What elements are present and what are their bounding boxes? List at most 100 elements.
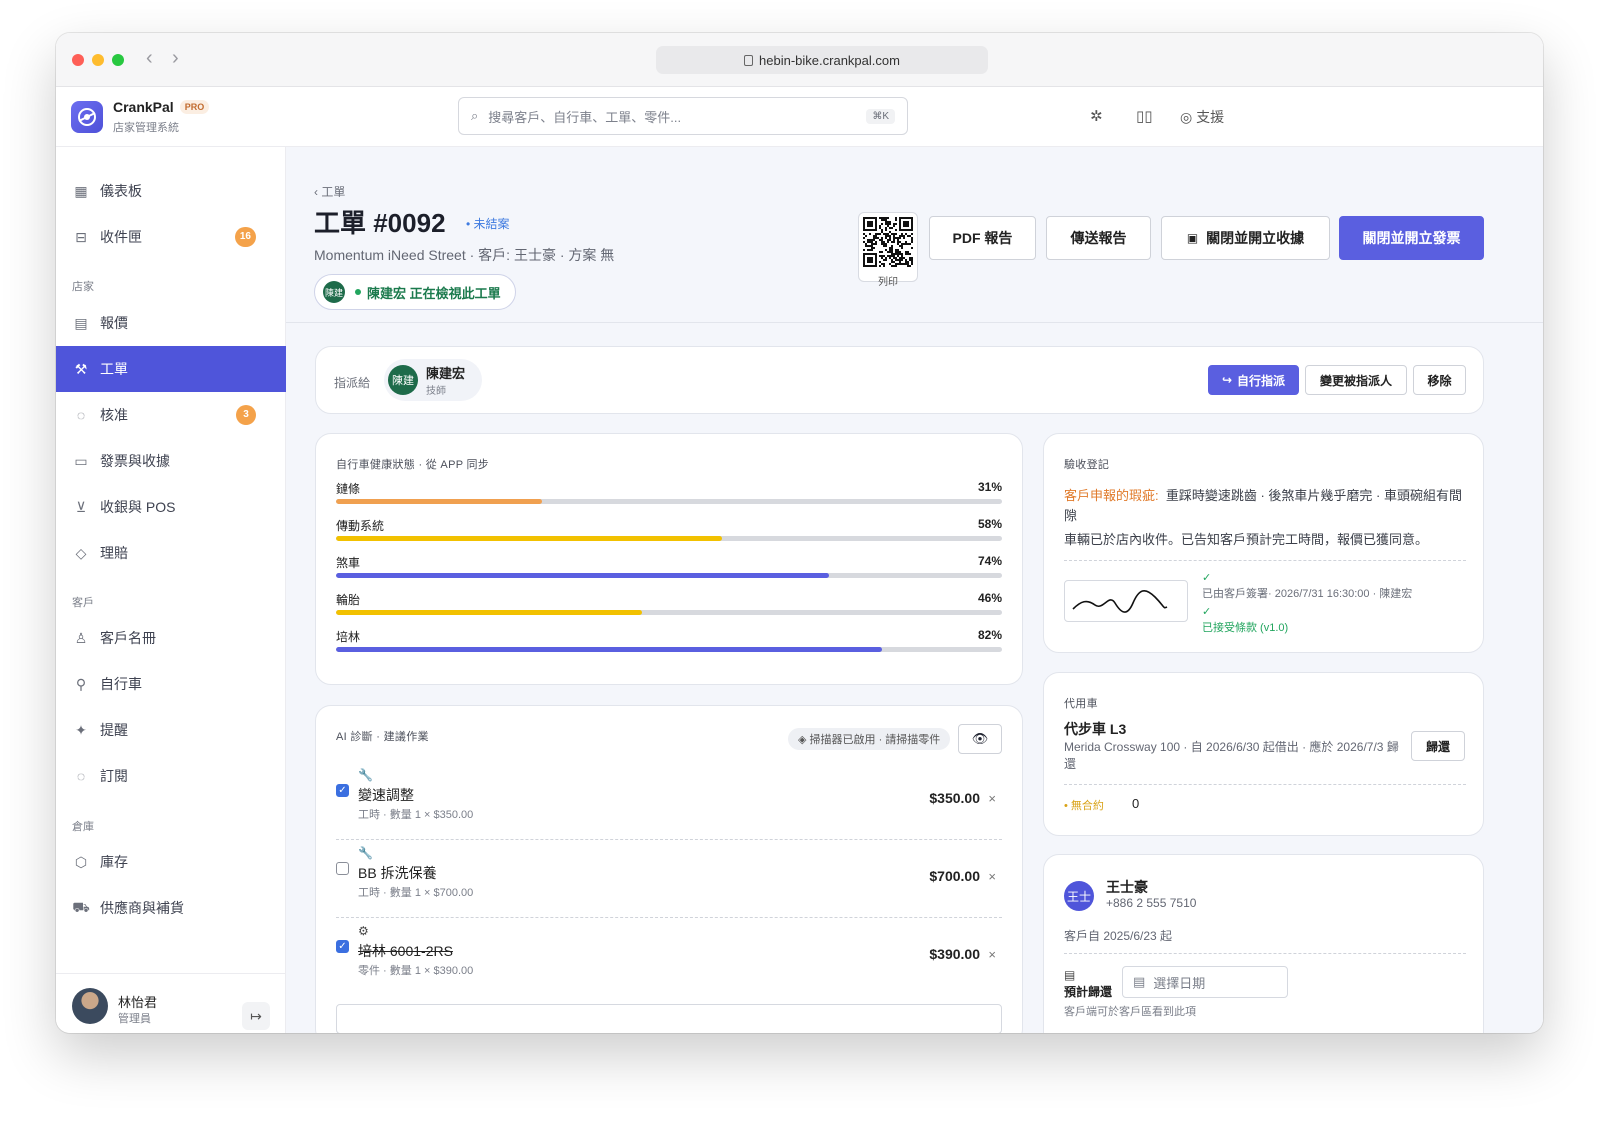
- page-title: 工單 #0092: [314, 208, 446, 238]
- back-arrow-icon[interactable]: ‹: [146, 47, 153, 70]
- loaner-divider: [1064, 784, 1466, 785]
- health-bar-track: [336, 610, 1002, 615]
- sidebar-item-pos[interactable]: ⊻ 收銀與 POS: [56, 484, 286, 530]
- sidebar-item-inventory[interactable]: ⬡ 庫存: [56, 839, 286, 885]
- maximize-window-icon[interactable]: [112, 54, 124, 66]
- job-name: 變速調整: [358, 787, 414, 803]
- page-icon: [744, 54, 754, 66]
- intake-divider: [1064, 560, 1466, 561]
- qr-label: 列印: [878, 277, 898, 288]
- minimize-window-icon[interactable]: [92, 54, 104, 66]
- sidebar-item-bikes[interactable]: ⚲ 自行車: [56, 661, 286, 707]
- lifebuoy-icon: ◎: [1180, 109, 1193, 125]
- close-window-icon[interactable]: [72, 54, 84, 66]
- health-percent: 74%: [977, 554, 1002, 568]
- remove-assignee-button[interactable]: 移除: [1413, 365, 1466, 395]
- breadcrumb[interactable]: ‹ 工單: [314, 183, 345, 200]
- global-search[interactable]: ⌕ 搜尋客戶、自行車、工單、零件... ⌘K: [458, 97, 908, 135]
- loaner-meta: Merida Crossway 100 · 自 2026/6/30 起借出 · …: [1064, 740, 1399, 771]
- assignee-chip[interactable]: 陳建 陳建宏 技師: [384, 359, 482, 401]
- sidebar-item-approvals[interactable]: ◌ 核准 3: [56, 392, 286, 438]
- crankpal-logo[interactable]: [71, 101, 103, 133]
- customer-phone: +886 2 555 7510: [1106, 896, 1197, 910]
- user-name: 林怡君: [118, 995, 158, 1010]
- logout-icon[interactable]: ↦: [242, 1002, 270, 1030]
- intake-note: 車輛已於店內收件。已告知客戶預計完工時間，報價已獲同意。: [1064, 532, 1429, 547]
- customer-avatar: 王士: [1064, 881, 1094, 911]
- user-panel: 林怡君 管理員 ↦: [56, 973, 286, 1033]
- users-icon: ♙: [74, 629, 88, 646]
- inbox-icon: ⊟: [75, 228, 87, 245]
- close-invoice-button[interactable]: 關閉並開立發票: [1339, 216, 1484, 260]
- app-header: CrankPal PRO 店家管理系統 ⌕ 搜尋客戶、自行車、工單、零件... ⌘…: [56, 87, 1543, 147]
- assign-card: 指派給 陳建 陳建宏 技師 ↪ 自行指派 變更被指派人 移除: [315, 346, 1484, 414]
- calendar-icon: ▤: [1133, 974, 1146, 989]
- add-item-input[interactable]: [336, 1004, 1002, 1033]
- sidebar-item-directory[interactable]: ♙ 客戶名冊: [56, 615, 286, 661]
- sidebar-item-claims[interactable]: ◇ 理賠: [56, 530, 286, 576]
- job-meta: 工時 · 數量 1 × $350.00: [358, 809, 474, 821]
- signature-image: [1072, 590, 1168, 613]
- pdf-report-button[interactable]: PDF 報告: [929, 216, 1036, 260]
- viewer-avatar: 陳建: [323, 281, 345, 303]
- health-bar-fill: [336, 499, 543, 504]
- sidebar-item-inbox[interactable]: ⊟ 收件匣 16: [56, 214, 286, 260]
- search-input[interactable]: 搜尋客戶、自行車、工單、零件...: [488, 107, 866, 126]
- main-content: ‹ 工單 工單 #0092 • 未結案 Momentum iNeed Stree…: [286, 147, 1543, 1033]
- close-receipt-button[interactable]: ▣ 關閉並開立收據: [1161, 216, 1330, 260]
- sidebar-item-work-orders[interactable]: ⚒ 工單: [56, 346, 286, 392]
- health-title: 自行車健康狀態 · 從 APP 同步: [336, 459, 490, 471]
- address-bar[interactable]: hebin-bike.crankpal.com: [656, 46, 988, 74]
- user-avatar[interactable]: [72, 988, 108, 1024]
- change-assignee-button[interactable]: 變更被指派人: [1305, 365, 1407, 395]
- sidebar-item-quotes[interactable]: ▤ 報價: [56, 300, 286, 346]
- customer-card: 王士 王士豪 +886 2 555 7510 客戶自 2025/6/23 起 ▤…: [1043, 854, 1484, 1033]
- bike-health-card: 自行車健康狀態 · 從 APP 同步 鏈條 31% 傳動系統 58% 煞車 74% 輪胎 46…: [315, 433, 1023, 685]
- sidebar-item-reminders[interactable]: ✦ 提醒: [56, 707, 286, 753]
- approvals-count-badge: 3: [236, 405, 256, 425]
- qr-print-button[interactable]: 列印: [858, 212, 918, 288]
- bug-icon[interactable]: ✲: [1090, 107, 1103, 125]
- job-checkbox[interactable]: ✓: [336, 784, 349, 797]
- customer-since: 客戶自 2025/6/23 起: [1064, 929, 1173, 943]
- return-loaner-button[interactable]: 歸還: [1411, 731, 1465, 761]
- health-bar-fill: [336, 573, 829, 578]
- forward-arrow-icon[interactable]: ›: [172, 47, 179, 70]
- support-button[interactable]: ◎ 支援: [1180, 107, 1224, 127]
- scanner-status-tag: ◈ 掃描器已啟用 · 請掃描零件: [788, 728, 951, 750]
- sidebar-item-dashboard[interactable]: ▦ 儀表板: [56, 168, 286, 214]
- close-icon[interactable]: ×: [988, 791, 996, 806]
- close-icon[interactable]: ×: [988, 947, 996, 962]
- customer-name[interactable]: 王士豪: [1106, 877, 1148, 897]
- browser-titlebar: ‹ › hebin-bike.crankpal.com: [56, 33, 1543, 87]
- sidebar-item-suppliers[interactable]: ⛟ 供應商與補貨: [56, 885, 286, 931]
- close-icon[interactable]: ×: [988, 869, 996, 884]
- loaner-name: 代步車 L3: [1064, 721, 1127, 737]
- sidebar-item-subscriptions[interactable]: ◌ 訂閱: [56, 753, 286, 799]
- wrench-icon: ⚒: [74, 360, 88, 377]
- document-icon: ▤: [74, 314, 88, 331]
- assign-label: 指派給: [334, 376, 371, 390]
- eye-icon[interactable]: 👁: [958, 724, 1002, 754]
- send-report-button[interactable]: 傳送報告: [1046, 216, 1151, 260]
- shield-icon: ◇: [75, 544, 87, 561]
- intake-card: 驗收登記 客戶申報的瑕疵: 重踩時變速跳齒 · 後煞車片幾乎磨完 · 車頭碗組有…: [1043, 433, 1484, 653]
- due-date-input[interactable]: ▤ 選擇日期: [1122, 966, 1288, 998]
- health-percent: 82%: [977, 628, 1002, 642]
- url-text: hebin-bike.crankpal.com: [759, 52, 900, 68]
- health-percent: 31%: [977, 480, 1002, 494]
- book-icon[interactable]: ▯▯: [1136, 107, 1153, 125]
- signature-box[interactable]: [1064, 580, 1188, 622]
- health-label: 煞車: [336, 556, 361, 570]
- job-checkbox[interactable]: [336, 862, 349, 875]
- self-assign-button[interactable]: ↪ 自行指派: [1208, 365, 1299, 395]
- assignee-avatar: 陳建: [388, 365, 418, 395]
- app-name: CrankPal PRO: [113, 99, 210, 115]
- user-role: 管理員: [118, 1013, 151, 1025]
- job-checkbox[interactable]: ✓: [336, 940, 349, 953]
- assign-arrow-icon: ↪: [1221, 373, 1233, 387]
- signed-info: ✓ 已由客戶簽署· 2026/7/31 16:30:00 · 陳建宏: [1202, 572, 1413, 600]
- sidebar-item-invoices[interactable]: ▭ 發票與收據: [56, 438, 286, 484]
- health-bar-track: [336, 573, 1002, 578]
- viewer-text: 陳建宏 正在檢視此工單: [367, 285, 501, 301]
